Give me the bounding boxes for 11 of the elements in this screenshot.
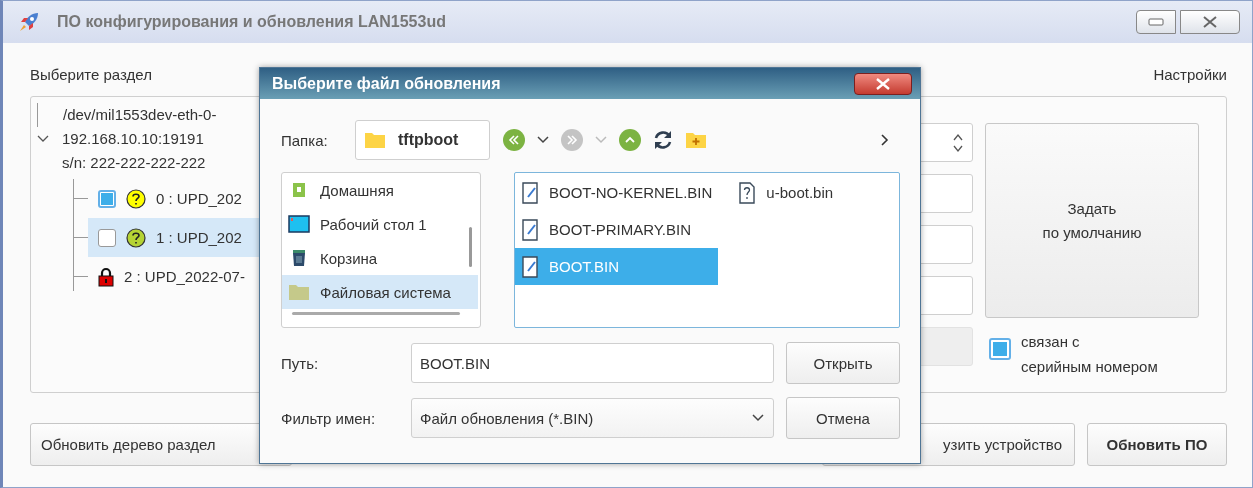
path-label: Путь: [281, 354, 320, 372]
tree-item-label: 0 : UPD_202 [156, 190, 242, 207]
checkbox-label: связан с серийным номером [1021, 332, 1158, 377]
tree-item-label: 1 : UPD_202 [156, 229, 242, 246]
window-title: ПО конфигурирования и обновления LAN1553ud [57, 13, 447, 31]
settings-label: Настройки [1153, 66, 1227, 83]
dialog-title: Выберите файл обновления [272, 74, 501, 93]
folder-label: Папка: [281, 131, 329, 149]
tree-item-label: 2 : UPD_2022-07- [124, 268, 245, 285]
section-label: Выберите раздел [30, 66, 152, 83]
serial-text: s/n: 222-222-222-222 [61, 153, 207, 173]
